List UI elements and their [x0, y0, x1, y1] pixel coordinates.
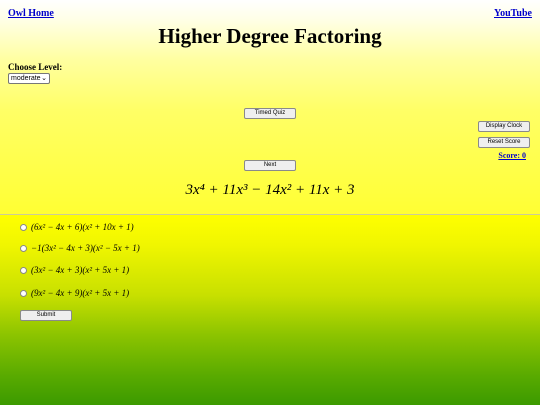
timed-quiz-button[interactable]: Timed Quiz	[244, 108, 296, 119]
radio-button[interactable]	[20, 266, 27, 274]
answer-choice-3[interactable]: (3x² − 4x + 3)(x² + 5x + 1)	[20, 264, 129, 276]
answer-choice-text: (3x² − 4x + 3)(x² + 5x + 1)	[31, 265, 130, 275]
level-select[interactable]: moderate ⌄	[8, 73, 50, 84]
answer-choice-text: (6x² − 4x + 6)(x² + 10x + 1)	[31, 222, 134, 232]
answer-choice-4[interactable]: (9x² − 4x + 9)(x² + 5x + 1)	[20, 287, 129, 299]
reset-score-button[interactable]: Reset Score	[478, 137, 530, 148]
problem-expression: 3x⁴ + 11x³ − 14x² + 11x + 3	[185, 182, 355, 198]
chevron-down-icon: ⌄	[41, 75, 47, 82]
level-selected-value: moderate	[11, 75, 41, 82]
display-clock-button[interactable]: Display Clock	[478, 121, 530, 132]
owl-home-link[interactable]: Owl Home	[8, 8, 54, 19]
score-display[interactable]: Score: 0	[498, 151, 526, 160]
radio-button[interactable]	[20, 244, 27, 252]
youtube-link[interactable]: YouTube	[494, 8, 532, 19]
radio-button[interactable]	[20, 223, 27, 231]
answer-choice-text: −1(3x² − 4x + 3)(x² − 5x + 1)	[31, 243, 140, 253]
answer-choice-text: (9x² − 4x + 9)(x² + 5x + 1)	[31, 288, 130, 298]
answer-choice-1[interactable]: (6x² − 4x + 6)(x² + 10x + 1)	[20, 221, 134, 233]
submit-button[interactable]: Submit	[20, 310, 72, 321]
answer-choice-2[interactable]: −1(3x² − 4x + 3)(x² − 5x + 1)	[20, 242, 140, 254]
next-button[interactable]: Next	[244, 160, 296, 171]
page-title: Higher Degree Factoring	[158, 24, 382, 48]
radio-button[interactable]	[20, 289, 27, 297]
level-label: Choose Level:	[8, 62, 63, 72]
